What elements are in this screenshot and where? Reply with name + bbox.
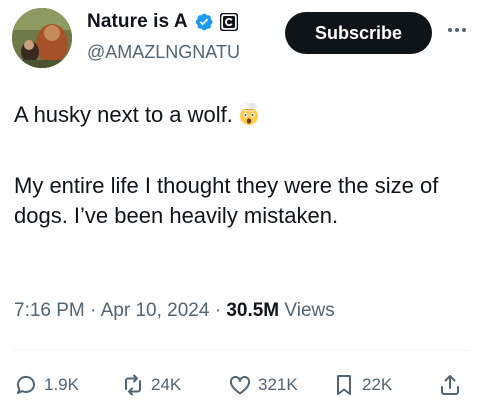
bookmark-icon [337, 375, 351, 395]
share-button[interactable] [438, 372, 462, 398]
repost-button[interactable]: 24K [121, 372, 181, 398]
action-bar: 1.9K 24K 321K 22K [14, 372, 468, 398]
views-count: 30.5M [226, 300, 280, 321]
verified-badge-icon[interactable] [194, 12, 214, 32]
divider [14, 350, 469, 351]
heart-icon [230, 375, 250, 395]
post-body: A husky next to a wolf. My entire life I… [14, 100, 469, 231]
reply-icon [16, 376, 35, 394]
exploding-head-emoji-icon [239, 102, 258, 125]
post-line-1-text: A husky next to a wolf. [14, 102, 233, 127]
meta-separator: · [90, 300, 97, 321]
repost-count: 24K [151, 375, 182, 394]
post-meta: 7:16 PM · Apr 10, 2024 · 30.5M Views [14, 300, 335, 322]
post-line-1: A husky next to a wolf. [14, 100, 469, 130]
post-time[interactable]: 7:16 PM [14, 300, 85, 321]
like-button[interactable]: 321K [228, 372, 298, 398]
author-avatar[interactable] [12, 8, 72, 68]
meta-separator: · [214, 300, 222, 321]
repost-icon [125, 374, 141, 396]
reply-count: 1.9K [44, 375, 79, 394]
affiliate-badge-icon[interactable] [219, 13, 238, 31]
like-count: 321K [258, 375, 298, 394]
orangutan-avatar-icon [12, 8, 72, 68]
post-paragraph-2: My entire life I thought they were the s… [14, 173, 439, 228]
subscribe-button[interactable]: Subscribe [285, 12, 432, 54]
bookmark-button[interactable]: 22K [332, 372, 392, 398]
author-name-row: Nature is A [87, 11, 238, 33]
author-name[interactable]: Nature is A [87, 11, 188, 33]
views-label: Views [284, 300, 335, 321]
bookmark-count: 22K [362, 375, 393, 394]
more-options-icon[interactable] [446, 24, 468, 36]
post-date[interactable]: Apr 10, 2024 [101, 300, 210, 321]
author-handle[interactable]: @AMAZLNGNATU [87, 42, 240, 63]
reply-button[interactable]: 1.9K [14, 372, 79, 398]
share-icon [441, 375, 459, 395]
